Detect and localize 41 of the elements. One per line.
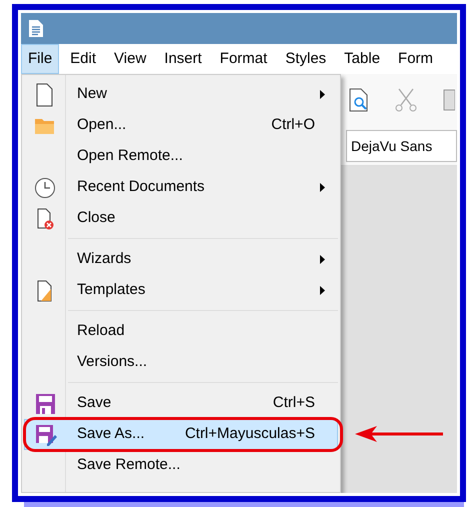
menu-item-label: Open... [77,115,128,136]
menu-item[interactable]: Recent Documents [24,172,338,203]
menu-item[interactable]: Edit [63,44,104,74]
menu-item-label: Save Remote... [77,455,182,476]
font-name-field[interactable]: DejaVu Sans [346,130,457,162]
scissors-icon[interactable] [395,88,417,112]
paste-icon[interactable] [443,88,455,112]
floppy-disk-pencil-icon [34,422,56,446]
menu-item[interactable]: New [24,79,338,110]
menu-item[interactable]: Close [24,203,338,234]
menu-item[interactable]: Open... Ctrl+O [24,110,338,141]
menu-item-label: Versions... [77,352,148,372]
menu-item[interactable]: Table [337,44,388,74]
menu-item-label: New [77,84,108,104]
shortcut-label: Ctrl+Mayusculas+S [184,424,315,444]
clock-icon [34,176,56,200]
menu-item[interactable]: Open Remote... [24,141,338,172]
menu-item-label: Save As... [77,424,146,444]
menu-item[interactable]: Styles [278,44,334,74]
menu-item[interactable]: File [21,44,60,74]
menu-item[interactable]: Reload [24,316,338,347]
menu-item[interactable]: Save Ctrl+S [24,388,338,419]
menu-item[interactable]: Templates [24,275,338,306]
menu-item[interactable]: Form [391,44,440,74]
menu-item-label: Wizards [77,249,132,270]
menu-item[interactable]: View [107,44,154,74]
menu-item[interactable]: Wizards [24,244,338,275]
document-icon [29,20,43,37]
shortcut-label: Ctrl+S [272,393,315,414]
menu-item-label: Reload [77,321,126,342]
menu-item-label: Templates [77,280,146,300]
menu-item[interactable]: Insert [157,44,209,74]
menu-item-label: Recent Documents [77,177,206,198]
menu-item-label: Open Remote... [77,146,184,166]
menu-item-label: Close [77,208,116,228]
menu-item[interactable]: Save Remote... [24,450,338,481]
menu-item[interactable]: Versions... [24,347,338,378]
shortcut-label: Ctrl+O [271,115,315,136]
menu-item-label: Save [77,393,112,414]
print-preview-icon[interactable] [349,88,369,112]
menu-item[interactable]: Format [212,44,274,74]
